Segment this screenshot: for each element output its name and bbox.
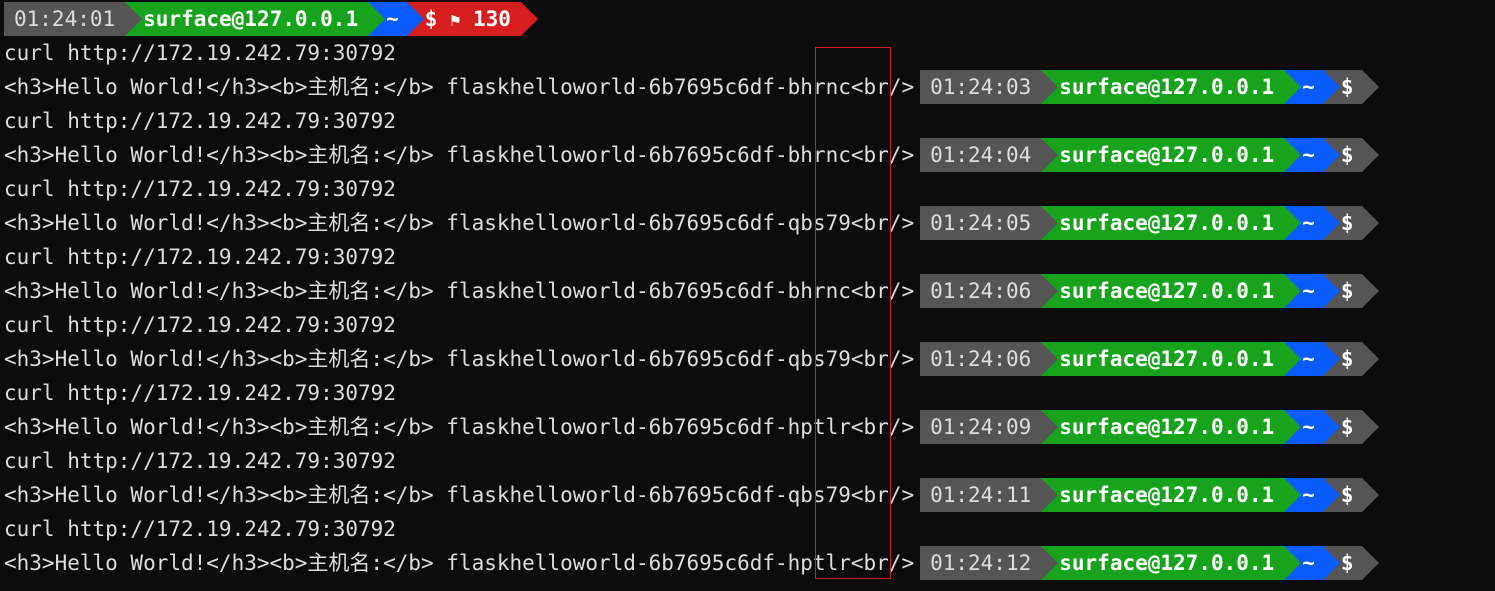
command-line: curl http://172.19.242.79:30792 bbox=[4, 104, 1495, 138]
response-line: <h3>Hello World!</h3><b>主机名:</b> flaskhe… bbox=[4, 478, 1495, 512]
prompt-host: surface@127.0.0.1 bbox=[1041, 274, 1284, 308]
command-line: curl http://172.19.242.79:30792 bbox=[4, 444, 1495, 478]
prompt-time: 01:24:04 bbox=[920, 138, 1041, 172]
dollar-sign: $ bbox=[425, 7, 438, 31]
pod-suffix: bhrnc bbox=[788, 75, 851, 99]
response-prefix: <h3>Hello World!</h3><b>主机名:</b> flaskhe… bbox=[4, 143, 788, 167]
prompt-time: 01:24:06 bbox=[920, 274, 1041, 308]
prompt-time: 01:24:12 bbox=[920, 546, 1041, 580]
response-prefix: <h3>Hello World!</h3><b>主机名:</b> flaskhe… bbox=[4, 483, 788, 507]
flag-icon: ⚑ bbox=[450, 11, 460, 31]
prompt-host: surface@127.0.0.1 bbox=[1041, 70, 1284, 104]
command-line: curl http://172.19.242.79:30792 bbox=[4, 512, 1495, 546]
response-line: <h3>Hello World!</h3><b>主机名:</b> flaskhe… bbox=[4, 342, 1495, 376]
prompt-host: surface@127.0.0.1 bbox=[1041, 342, 1284, 376]
response-br: <br/> bbox=[851, 483, 914, 507]
response-line: <h3>Hello World!</h3><b>主机名:</b> flaskhe… bbox=[4, 274, 1495, 308]
prompt-host: surface@127.0.0.1 bbox=[1041, 410, 1284, 444]
prompt-time: 01:24:05 bbox=[920, 206, 1041, 240]
response-prefix: <h3>Hello World!</h3><b>主机名:</b> flaskhe… bbox=[4, 75, 788, 99]
response-prefix: <h3>Hello World!</h3><b>主机名:</b> flaskhe… bbox=[4, 415, 788, 439]
prompt-time: 01:24:11 bbox=[920, 478, 1041, 512]
prompt-host: surface@127.0.0.1 bbox=[1041, 546, 1284, 580]
prompt-time: 01:24:03 bbox=[920, 70, 1041, 104]
command-line: curl http://172.19.242.79:30792 bbox=[4, 36, 1495, 70]
response-line: <h3>Hello World!</h3><b>主机名:</b> flaskhe… bbox=[4, 70, 1495, 104]
command-line: curl http://172.19.242.79:30792 bbox=[4, 172, 1495, 206]
pod-suffix: hptlr bbox=[788, 415, 851, 439]
response-line: <h3>Hello World!</h3><b>主机名:</b> flaskhe… bbox=[4, 138, 1495, 172]
prompt-host: surface@127.0.0.1 bbox=[125, 2, 368, 36]
prompt-time: 01:24:01 bbox=[4, 2, 125, 36]
response-br: <br/> bbox=[851, 143, 914, 167]
pod-suffix: bhrnc bbox=[788, 143, 851, 167]
response-br: <br/> bbox=[851, 347, 914, 371]
response-br: <br/> bbox=[851, 415, 914, 439]
response-prefix: <h3>Hello World!</h3><b>主机名:</b> flaskhe… bbox=[4, 347, 788, 371]
prompt-time: 01:24:06 bbox=[920, 342, 1041, 376]
response-br: <br/> bbox=[851, 211, 914, 235]
response-line: <h3>Hello World!</h3><b>主机名:</b> flaskhe… bbox=[4, 410, 1495, 444]
command-line: curl http://172.19.242.79:30792 bbox=[4, 376, 1495, 410]
prompt-host: surface@127.0.0.1 bbox=[1041, 138, 1284, 172]
response-prefix: <h3>Hello World!</h3><b>主机名:</b> flaskhe… bbox=[4, 551, 788, 575]
terminal[interactable]: 01:24:01surface@127.0.0.1~$ ⚑ 130 curl h… bbox=[0, 0, 1495, 580]
pod-suffix: qbs79 bbox=[788, 211, 851, 235]
prompt-host: surface@127.0.0.1 bbox=[1041, 206, 1284, 240]
response-br: <br/> bbox=[851, 551, 914, 575]
prompt-row-top: 01:24:01surface@127.0.0.1~$ ⚑ 130 bbox=[4, 2, 1495, 36]
pod-suffix: bhrnc bbox=[788, 279, 851, 303]
response-line: <h3>Hello World!</h3><b>主机名:</b> flaskhe… bbox=[4, 206, 1495, 240]
prompt-error: $ ⚑ 130 bbox=[407, 2, 521, 36]
response-line: <h3>Hello World!</h3><b>主机名:</b> flaskhe… bbox=[4, 546, 1495, 580]
command-line: curl http://172.19.242.79:30792 bbox=[4, 308, 1495, 342]
response-prefix: <h3>Hello World!</h3><b>主机名:</b> flaskhe… bbox=[4, 211, 788, 235]
pod-suffix: qbs79 bbox=[788, 347, 851, 371]
response-br: <br/> bbox=[851, 279, 914, 303]
prompt-host: surface@127.0.0.1 bbox=[1041, 478, 1284, 512]
response-br: <br/> bbox=[851, 75, 914, 99]
response-prefix: <h3>Hello World!</h3><b>主机名:</b> flaskhe… bbox=[4, 279, 788, 303]
error-code: 130 bbox=[473, 7, 511, 31]
pod-suffix: hptlr bbox=[788, 551, 851, 575]
prompt-time: 01:24:09 bbox=[920, 410, 1041, 444]
command-line: curl http://172.19.242.79:30792 bbox=[4, 240, 1495, 274]
pod-suffix: qbs79 bbox=[788, 483, 851, 507]
